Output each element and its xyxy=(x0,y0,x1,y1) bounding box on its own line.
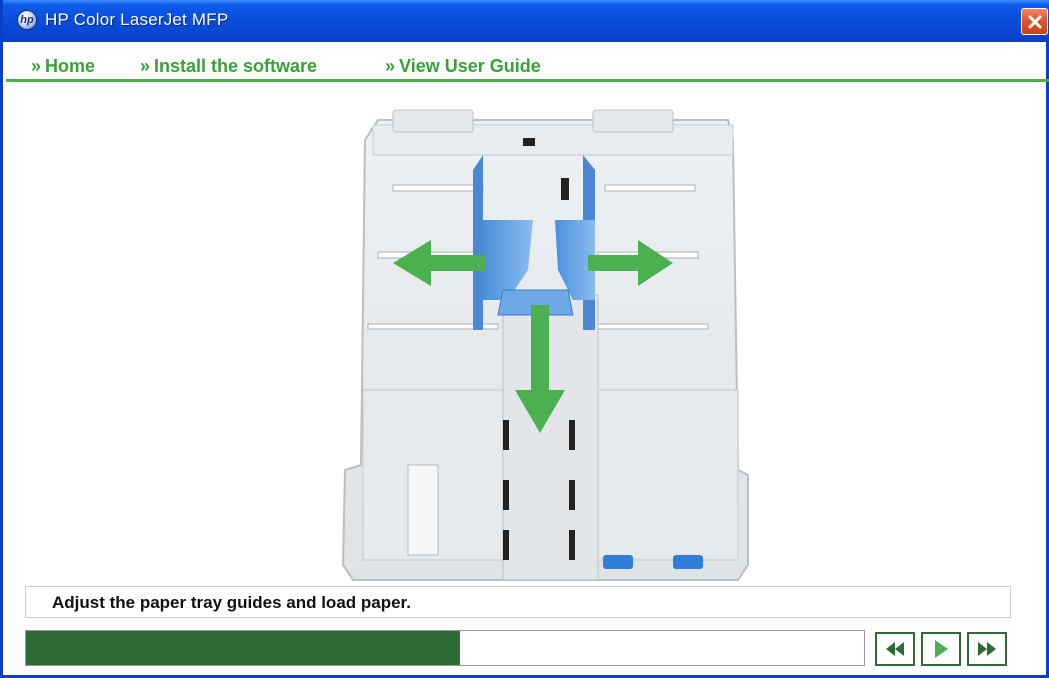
rewind-icon xyxy=(886,642,904,656)
nav-link-label: Install the software xyxy=(154,56,318,76)
nav-bar: » Home » Install the software » View User G… xyxy=(6,42,1049,82)
window-title: HP Color LaserJet MFP xyxy=(45,10,229,29)
nav-link-label: Home xyxy=(45,56,96,76)
play-icon xyxy=(935,640,948,658)
installer-window: hp HP Color LaserJet MFP » Home » Install … xyxy=(0,0,1049,678)
paper-tray-illustration xyxy=(341,109,749,581)
nav-link-label: View User Guide xyxy=(399,56,541,76)
progress-fill xyxy=(26,631,461,665)
nav-link-install-software[interactable]: » Install the software xyxy=(140,56,317,77)
close-icon xyxy=(1028,15,1041,28)
caption-box: Adjust the paper tray guides and load pa… xyxy=(25,586,1011,618)
rewind-button[interactable] xyxy=(875,632,915,666)
nav-prefix: » xyxy=(385,56,396,76)
title-bar[interactable]: hp HP Color LaserJet MFP xyxy=(3,0,1049,42)
hp-logo-icon: hp xyxy=(17,10,37,30)
play-button[interactable] xyxy=(921,632,961,666)
nav-link-user-guide[interactable]: » View User Guide xyxy=(385,56,541,77)
nav-link-home[interactable]: » Home xyxy=(31,56,95,77)
fast-forward-icon xyxy=(978,642,996,656)
close-button[interactable] xyxy=(1021,8,1048,35)
nav-prefix: » xyxy=(31,56,42,76)
fast-forward-button[interactable] xyxy=(967,632,1007,666)
progress-bar[interactable] xyxy=(25,630,865,666)
caption-text: Adjust the paper tray guides and load pa… xyxy=(52,593,411,612)
nav-prefix: » xyxy=(140,56,151,76)
